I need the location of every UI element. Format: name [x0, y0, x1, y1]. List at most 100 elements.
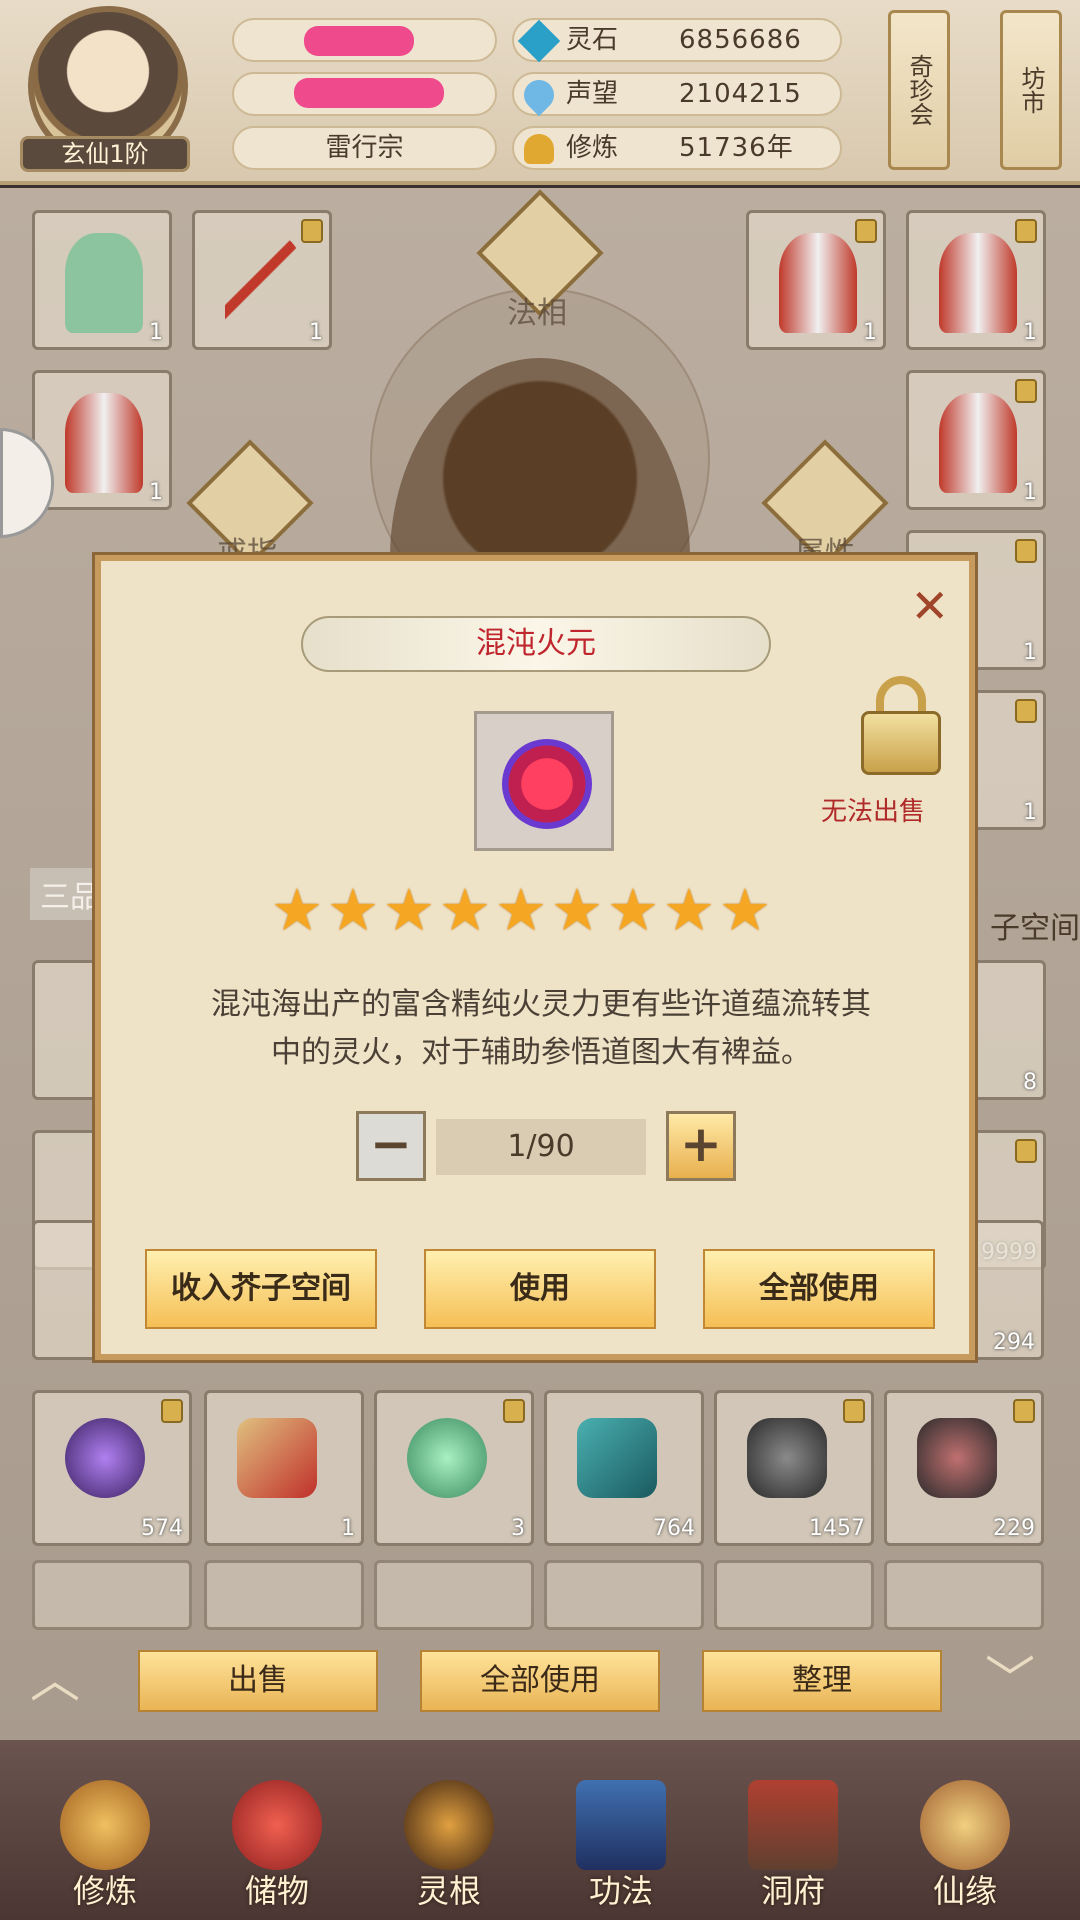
item-count: 1 — [341, 1516, 355, 1541]
reputation-icon — [517, 73, 561, 117]
nav-storage[interactable]: 储物 — [207, 1740, 347, 1920]
nav-spirit-root[interactable]: 灵根 — [379, 1740, 519, 1920]
use-button[interactable]: 使用 — [424, 1249, 656, 1329]
inventory-slot[interactable] — [374, 1560, 534, 1630]
lock-icon — [1015, 379, 1037, 403]
use-all-modal-button[interactable]: 全部使用 — [703, 1249, 935, 1329]
star-rating: ★★★★★★★★★ — [271, 876, 775, 944]
cultivation-icon — [524, 134, 554, 164]
item-count: 229 — [993, 1516, 1035, 1541]
equip-slot[interactable]: 1 — [746, 210, 886, 350]
nav-label: 灵根 — [416, 1872, 481, 1910]
inventory-slot[interactable]: 574 — [32, 1390, 192, 1546]
close-icon[interactable]: ✕ — [910, 579, 949, 633]
inventory-slot[interactable] — [204, 1560, 364, 1630]
lock-icon — [161, 1399, 183, 1423]
sect-field: 雷行宗 — [232, 126, 497, 170]
nav-label: 功法 — [588, 1872, 653, 1910]
bottom-nav: 修炼 储物 灵根 功法 洞府 仙缘 — [0, 1740, 1080, 1920]
purple-orb-icon — [65, 1418, 145, 1498]
lock-icon — [301, 219, 323, 243]
resource-label: 声望 — [566, 79, 619, 109]
redacted-name — [304, 26, 414, 56]
inventory-slot[interactable] — [714, 1560, 874, 1630]
decrease-button[interactable]: − — [356, 1111, 426, 1181]
nav-cave[interactable]: 洞府 — [723, 1740, 863, 1920]
item-count: 1457 — [809, 1516, 865, 1541]
item-image — [474, 711, 614, 851]
resource-value: 51736年 — [679, 133, 794, 163]
description-line: 混沌海出产的富含精纯火灵力更有些许道蕴流转其 — [211, 987, 871, 1022]
cultivate-icon — [60, 1780, 150, 1870]
inventory-slot[interactable] — [884, 1560, 1044, 1630]
dark-ore-red-icon — [917, 1418, 997, 1498]
item-count: 764 — [653, 1516, 695, 1541]
red-robe-icon — [65, 393, 143, 493]
lock-icon — [843, 1399, 865, 1423]
item-count: 1 — [1023, 320, 1037, 345]
scroll-up-icon[interactable]: ︿ — [30, 1640, 80, 1712]
inventory-actions: ︿ 出售 全部使用 整理 ﹀ — [0, 1640, 1080, 1740]
item-count: 1 — [309, 320, 323, 345]
use-all-button[interactable]: 全部使用 — [420, 1650, 660, 1712]
item-count: 294 — [993, 1330, 1035, 1355]
description-line: 中的灵火，对于辅助参悟道图大有裨益。 — [271, 1035, 811, 1070]
inventory-slot[interactable] — [32, 1560, 192, 1630]
equip-slot[interactable]: 1 — [906, 370, 1046, 510]
item-count: 3 — [511, 1516, 525, 1541]
inventory-slot[interactable]: 1 — [204, 1390, 364, 1546]
lock-icon — [1013, 1399, 1035, 1423]
teal-scroll-icon — [577, 1418, 657, 1498]
inventory-slot[interactable]: 1457 — [714, 1390, 874, 1546]
inventory-slot[interactable]: 229 — [884, 1390, 1044, 1546]
inventory-slot[interactable]: 3 — [374, 1390, 534, 1546]
nav-techniques[interactable]: 功法 — [551, 1740, 691, 1920]
green-robe-icon — [65, 233, 143, 333]
top-bar: 玄仙1阶 雷行宗 灵石 6856686 声望 2104215 修炼 51736年… — [0, 0, 1080, 185]
resource-value: 2104215 — [679, 79, 802, 109]
lock-icon — [855, 219, 877, 243]
resource-reputation: 声望 2104215 — [512, 72, 842, 117]
store-to-space-button[interactable]: 收入芥子空间 — [145, 1249, 377, 1329]
mustard-space-label: 子空间 — [990, 911, 1080, 946]
market-scroll-button[interactable]: 坊市 — [1000, 10, 1062, 170]
inventory-slot[interactable] — [544, 1560, 704, 1630]
green-herb-icon — [407, 1418, 487, 1498]
chaos-fire-icon — [502, 739, 592, 829]
item-description: 混沌海出产的富含精纯火灵力更有些许道蕴流转其 中的灵火，对于辅助参悟道图大有裨益… — [141, 981, 941, 1077]
increase-button[interactable]: + — [666, 1111, 736, 1181]
bow-icon — [225, 233, 303, 333]
cave-house-icon — [748, 1780, 838, 1870]
nav-label: 洞府 — [760, 1872, 825, 1910]
equip-slot[interactable]: 1 — [32, 210, 172, 350]
inventory-slot[interactable]: 764 — [544, 1390, 704, 1546]
quantity-value[interactable]: 1/90 — [436, 1119, 646, 1175]
red-robe-icon — [779, 233, 857, 333]
redacted-id — [294, 78, 444, 108]
red-robe-icon — [939, 233, 1017, 333]
lock-icon — [1015, 539, 1037, 563]
nav-cultivate[interactable]: 修炼 — [35, 1740, 175, 1920]
lock-icon — [1015, 219, 1037, 243]
item-count: 1 — [1023, 480, 1037, 505]
item-count: 574 — [141, 1516, 183, 1541]
item-count: 1 — [149, 480, 163, 505]
resource-label: 修炼 — [566, 133, 619, 163]
rare-treasure-scroll-button[interactable]: 奇珍会 — [888, 10, 950, 170]
gourd-icon — [920, 1780, 1010, 1870]
item-count: 8 — [1023, 1070, 1037, 1095]
equip-slot[interactable]: 1 — [906, 210, 1046, 350]
item-title: 混沌火元 — [301, 616, 771, 672]
label-dharma-form: 法相 — [507, 296, 567, 331]
item-count: 1 — [1023, 800, 1037, 825]
equip-slot[interactable]: 1 — [192, 210, 332, 350]
red-scroll-icon — [237, 1418, 317, 1498]
sort-button[interactable]: 整理 — [702, 1650, 942, 1712]
red-robe-icon — [939, 393, 1017, 493]
nav-fate[interactable]: 仙缘 — [895, 1740, 1035, 1920]
nav-label: 储物 — [244, 1872, 309, 1910]
resource-cultivation: 修炼 51736年 — [512, 126, 842, 170]
resource-spirit-stone: 灵石 6856686 — [512, 18, 842, 63]
sell-button[interactable]: 出售 — [138, 1650, 378, 1712]
scroll-down-icon[interactable]: ﹀ — [985, 1640, 1035, 1712]
